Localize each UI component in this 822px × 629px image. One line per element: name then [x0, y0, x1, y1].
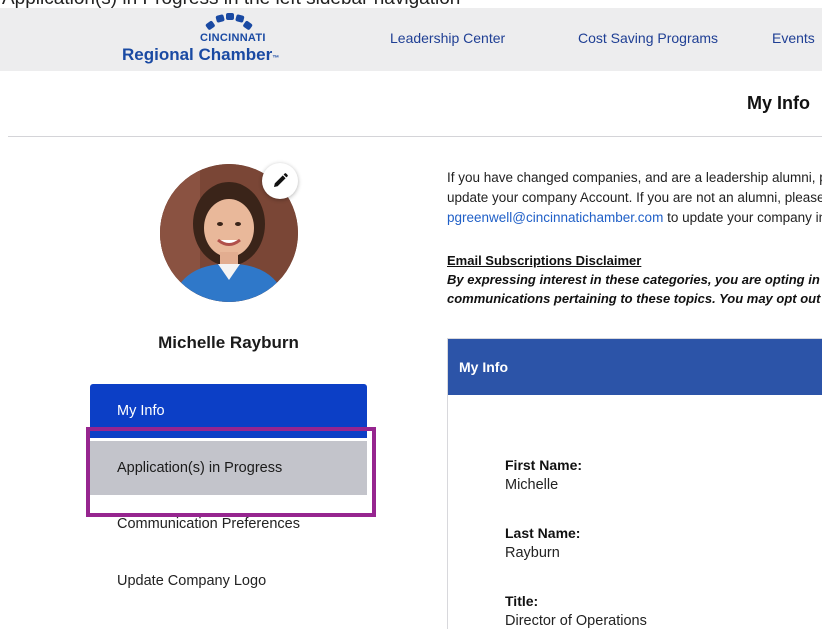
field-label: Last Name:: [505, 525, 581, 541]
top-cropped-caption: Application(s) in Progress in the left s…: [0, 0, 822, 8]
annotation-highlight-box: [86, 427, 376, 517]
logo-text-cincinnati: CINCINNATI: [200, 32, 266, 44]
nav-leadership-center[interactable]: Leadership Center: [390, 30, 505, 46]
panel-title: My Info: [448, 339, 822, 395]
profile-name: Michelle Rayburn: [158, 333, 299, 352]
my-info-panel: My Info First Name: Michelle Last Name: …: [447, 338, 822, 629]
disclaimer-title: Email Subscriptions Disclaimer: [447, 253, 642, 268]
site-header: CINCINNATI Regional Chamber™ Leadership …: [0, 8, 822, 71]
contact-email-link[interactable]: pgreenwell@cincinnatichamber.com: [447, 210, 663, 225]
disclaimer-body: By expressing interest in these categori…: [447, 270, 822, 308]
logo-trademark: ™: [272, 55, 280, 62]
header-divider: [8, 136, 822, 137]
sidebar-item-label: My Info: [117, 403, 165, 419]
page-title: My Info: [747, 93, 810, 113]
intro-line-3: pgreenwell@cincinnatichamber.com to upda…: [447, 208, 822, 228]
edit-photo-button[interactable]: [262, 163, 298, 199]
intro-line-2: update your company Account. If you are …: [447, 190, 822, 205]
field-value: Rayburn: [505, 545, 560, 561]
field-label: Title:: [505, 593, 539, 609]
field-first-name: First Name: Michelle: [505, 457, 582, 493]
sidebar-item-label: Update Company Logo: [117, 573, 267, 589]
field-value: Michelle: [505, 477, 559, 493]
disclaimer-line-2: communications pertaining to these topic…: [447, 291, 822, 306]
logo-arc-icon: [205, 13, 253, 30]
nav-events[interactable]: Events: [772, 30, 815, 46]
disclaimer-line-1: By expressing interest in these categori…: [447, 272, 822, 287]
chamber-logo[interactable]: CINCINNATI Regional Chamber™: [110, 8, 290, 71]
pencil-icon: [274, 173, 288, 187]
field-title: Title: Director of Operations: [505, 593, 647, 629]
field-value: Director of Operations: [505, 613, 647, 629]
field-label: First Name:: [505, 457, 583, 473]
sidebar-item-label: Communication Preferences: [117, 516, 300, 532]
logo-text-regional-chamber: Regional Chamber™: [122, 45, 279, 65]
intro-line-1: If you have changed companies, and are a…: [447, 170, 822, 185]
intro-line-3-rest: to update your company information.: [667, 210, 822, 225]
field-last-name: Last Name: Rayburn: [505, 525, 580, 561]
sidebar-item-update-company-logo[interactable]: Update Company Logo: [90, 554, 367, 608]
intro-text: If you have changed companies, and are a…: [447, 168, 822, 228]
nav-cost-saving-programs[interactable]: Cost Saving Programs: [578, 30, 718, 46]
logo-text-main: Regional Chamber: [122, 45, 273, 64]
